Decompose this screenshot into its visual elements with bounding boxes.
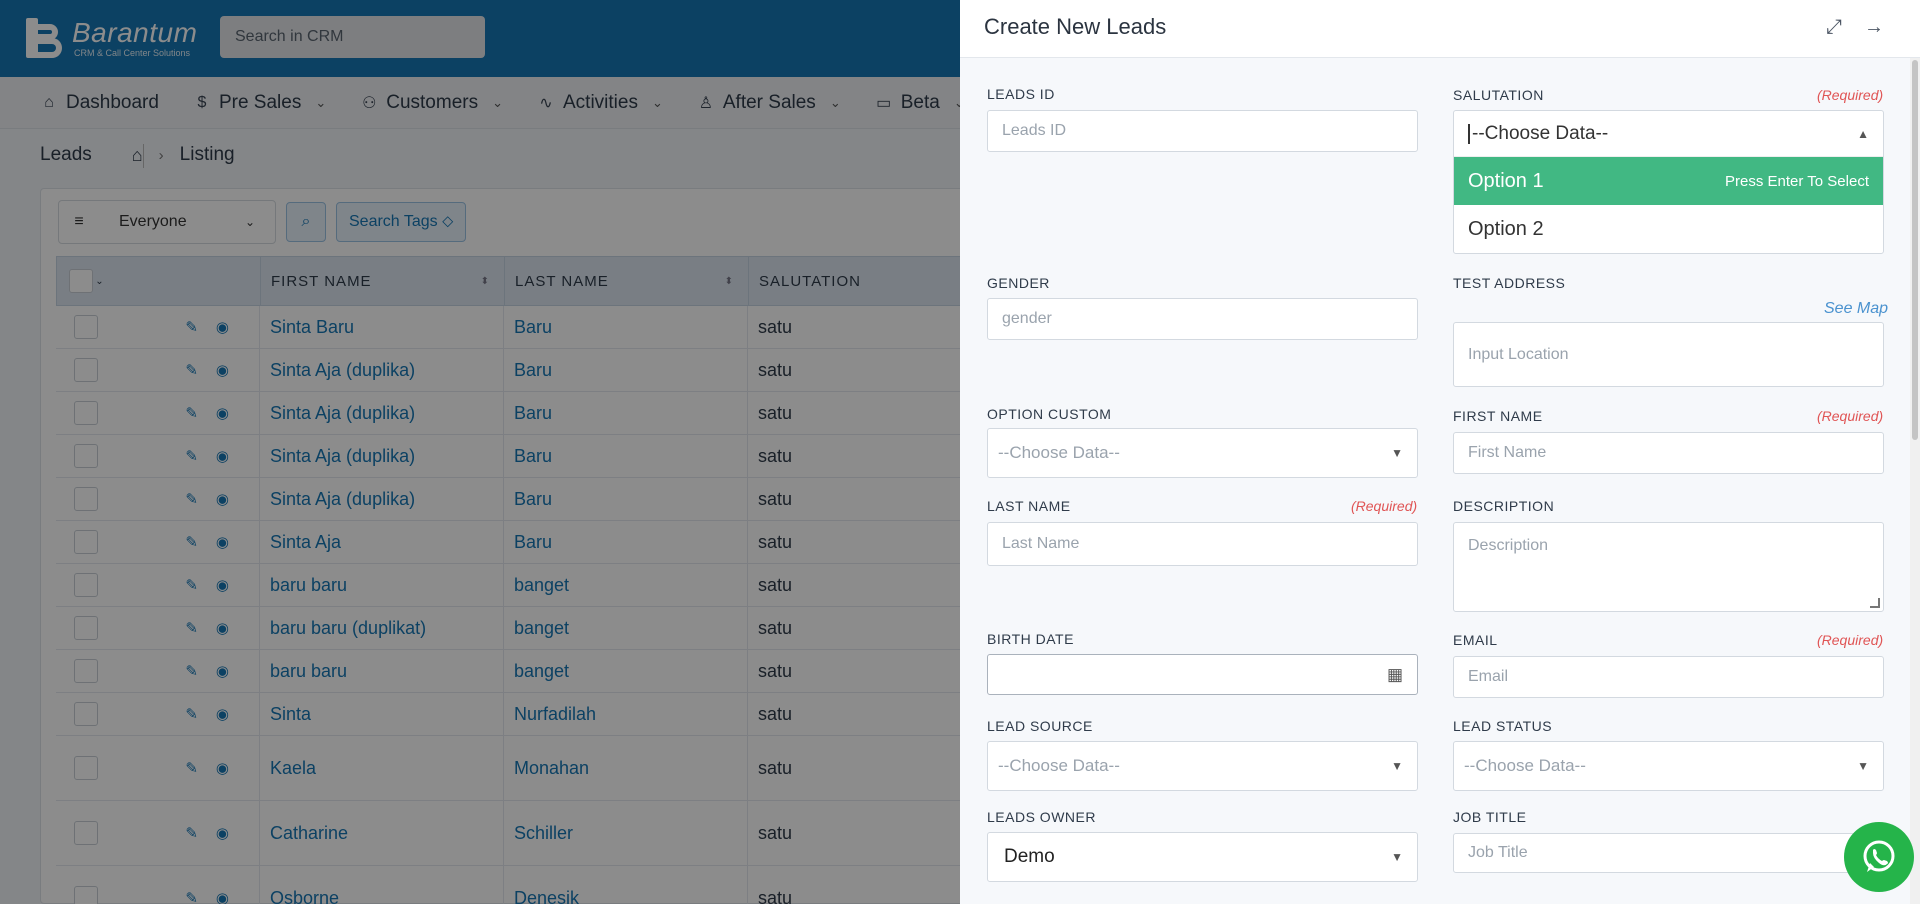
leads-id-input[interactable]: Leads ID — [987, 110, 1418, 152]
required-indicator: (Required) — [1817, 632, 1884, 648]
panel-scrollbar-thumb[interactable] — [1912, 60, 1918, 440]
resize-handle-icon[interactable] — [1870, 598, 1880, 608]
leads-owner-label: LEADS OWNER — [987, 809, 1096, 825]
lead-status-label: LEAD STATUS — [1453, 718, 1553, 734]
description-placeholder: Description — [1468, 537, 1549, 554]
caret-down-icon: ▼ — [1857, 759, 1869, 773]
description-textarea[interactable]: Description — [1453, 522, 1884, 612]
first-name-label: FIRST NAME — [1453, 408, 1543, 424]
option-hint: Press Enter To Select — [1725, 172, 1869, 190]
salutation-option[interactable]: Option 1 Press Enter To Select — [1454, 157, 1883, 205]
option-label: Option 2 — [1468, 217, 1544, 240]
required-indicator: (Required) — [1817, 408, 1884, 424]
birth-date-label: BIRTH DATE — [987, 631, 1074, 647]
email-input[interactable]: Email — [1453, 656, 1884, 698]
lead-status-value: --Choose Data-- — [1464, 756, 1586, 775]
calendar-icon[interactable]: ▦ — [1387, 665, 1403, 685]
caret-down-icon: ▼ — [1391, 850, 1403, 864]
lead-source-value: --Choose Data-- — [998, 756, 1120, 775]
lead-source-label: LEAD SOURCE — [987, 718, 1093, 734]
option-custom-select[interactable]: --Choose Data-- ▼ — [987, 428, 1418, 478]
option-label: Option 1 — [1468, 169, 1544, 192]
whatsapp-button[interactable] — [1844, 822, 1914, 892]
option-custom-label: OPTION CUSTOM — [987, 406, 1112, 422]
panel-title: Create New Leads — [984, 14, 1167, 39]
salutation-label: SALUTATION — [1453, 87, 1544, 103]
lead-source-select[interactable]: --Choose Data-- ▼ — [987, 741, 1418, 791]
leads-owner-value: Demo — [1004, 846, 1055, 867]
job-title-input[interactable]: Job Title — [1453, 833, 1884, 873]
option-custom-value: --Choose Data-- — [998, 443, 1120, 462]
see-map-link[interactable]: See Map — [1824, 300, 1888, 318]
lead-status-select[interactable]: --Choose Data-- ▼ — [1453, 741, 1884, 791]
caret-up-icon: ▲ — [1857, 126, 1869, 141]
panel-header: Create New Leads ⤢ → — [960, 0, 1920, 58]
leads-owner-select[interactable]: Demo ▼ — [987, 832, 1418, 882]
caret-down-icon: ▼ — [1391, 446, 1403, 460]
expand-icon[interactable]: ⤢ — [1826, 16, 1842, 39]
modal-backdrop[interactable] — [0, 0, 960, 904]
test-address-label: TEST ADDRESS — [1453, 275, 1566, 291]
salutation-option[interactable]: Option 2 — [1454, 205, 1883, 253]
test-address-input[interactable]: Input Location — [1453, 322, 1884, 387]
last-name-label: LAST NAME — [987, 498, 1071, 514]
gender-input[interactable]: gender — [987, 298, 1418, 340]
leads-id-label: LEADS ID — [987, 86, 1055, 102]
close-arrow-icon[interactable]: → — [1864, 16, 1884, 39]
salutation-select[interactable]: --Choose Data-- ▲ — [1454, 111, 1883, 157]
first-name-input[interactable]: First Name — [1453, 432, 1884, 474]
last-name-input[interactable]: Last Name — [987, 522, 1418, 566]
job-title-label: JOB TITLE — [1453, 809, 1527, 825]
salutation-dropdown[interactable]: --Choose Data-- ▲ Option 1 Press Enter T… — [1453, 110, 1884, 254]
gender-label: GENDER — [987, 275, 1050, 291]
email-label: EMAIL — [1453, 632, 1498, 648]
caret-down-icon: ▼ — [1391, 759, 1403, 773]
birth-date-input[interactable]: ▦ — [987, 654, 1418, 695]
whatsapp-icon — [1863, 840, 1895, 872]
required-indicator: (Required) — [1351, 498, 1418, 514]
salutation-value: --Choose Data-- — [1472, 122, 1609, 144]
description-label: DESCRIPTION — [1453, 498, 1555, 514]
required-indicator: (Required) — [1817, 87, 1884, 103]
